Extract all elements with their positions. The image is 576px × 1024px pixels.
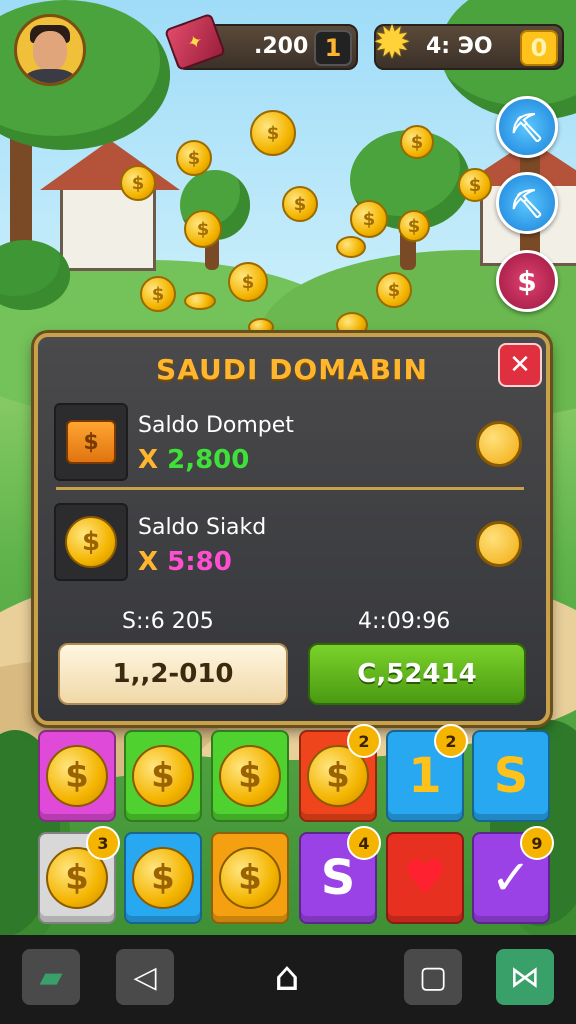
gems-badge[interactable]: 1 xyxy=(314,30,352,66)
coin-icon: $ xyxy=(219,745,281,807)
game-tile[interactable]: $ xyxy=(211,730,289,822)
tile-symbol-icon: S xyxy=(320,850,356,906)
shuffle-button[interactable]: ⋈ xyxy=(496,949,554,1005)
tile-badge: 2 xyxy=(347,724,381,758)
shovel-icon: ⛏ xyxy=(509,186,545,220)
dollar-icon: $ xyxy=(517,264,537,298)
floating-coin-icon: $ xyxy=(250,110,296,156)
tile-symbol-icon: S xyxy=(493,748,529,804)
game-tile[interactable]: $ xyxy=(124,730,202,822)
floating-coin-icon: $ xyxy=(282,186,318,222)
floating-coin-icon: $ xyxy=(228,262,268,302)
wallet-balance-label: Saldo Dompet xyxy=(138,413,294,438)
gems-counter[interactable]: ✦ .200 1 xyxy=(163,12,358,72)
game-tile[interactable]: $ xyxy=(38,730,116,822)
stat-left: S::6 205 xyxy=(122,609,214,634)
balance-dialog: SAUDI DOMABIN ✕ $ Saldo Dompet X 2,800 $… xyxy=(34,333,550,725)
recents-button[interactable]: ▢ xyxy=(404,949,462,1005)
game-tile[interactable]: $ xyxy=(124,832,202,924)
floating-coin-icon xyxy=(184,292,216,310)
floating-coin-icon: $ xyxy=(176,140,212,176)
wallet-bag-icon: $ xyxy=(54,403,128,481)
shop-button[interactable]: $ xyxy=(496,250,558,312)
wallet-balance-amount: X 2,800 xyxy=(138,445,250,475)
floating-coin-icon: $ xyxy=(350,200,388,238)
star-badge-icon: ✹ xyxy=(372,15,412,69)
game-tile[interactable]: $ xyxy=(211,832,289,924)
right-action-button[interactable]: C,52414 xyxy=(308,643,526,705)
tile-badge: 2 xyxy=(434,724,468,758)
home-button[interactable]: ⌂ xyxy=(258,949,316,1005)
game-tile[interactable]: $2 xyxy=(299,724,381,822)
coin-icon: $ xyxy=(132,745,194,807)
map-button[interactable]: ▰ xyxy=(22,949,80,1005)
floating-coin-icon: $ xyxy=(458,168,492,202)
gems-value: .200 xyxy=(254,34,309,59)
close-button[interactable]: ✕ xyxy=(498,343,542,387)
shuffle-icon: ⋈ xyxy=(510,959,540,995)
shovel-button[interactable]: ⛏ xyxy=(496,96,558,158)
stat-right: 4::09:96 xyxy=(358,609,451,634)
coin-icon: $ xyxy=(46,745,108,807)
floating-coin-icon: $ xyxy=(400,125,434,159)
left-action-button[interactable]: 1,,2-010 xyxy=(58,643,288,705)
close-icon: ✕ xyxy=(509,350,531,380)
coin-icon: $ xyxy=(132,847,194,909)
coin-icon: $ xyxy=(54,503,128,581)
gold-value: 4: ЭО xyxy=(426,34,493,59)
tile-symbol-icon: ✓ xyxy=(490,850,532,906)
tile-badge: 4 xyxy=(347,826,381,860)
gold-counter[interactable]: ✹ 4: ЭО 0 xyxy=(373,18,564,70)
floating-coin-icon: $ xyxy=(140,276,176,312)
back-icon: ◁ xyxy=(133,959,157,995)
shovel-icon: ⛏ xyxy=(509,110,545,144)
gold-badge[interactable]: 0 xyxy=(520,30,558,66)
divider xyxy=(56,487,524,490)
game-tile[interactable]: S xyxy=(472,730,550,822)
stock-collect-button[interactable] xyxy=(476,521,522,567)
avatar-face xyxy=(33,31,67,71)
game-tile[interactable]: ♥ xyxy=(386,832,464,924)
stock-balance-label: Saldo Siakd xyxy=(138,515,267,540)
home-icon: ⌂ xyxy=(274,954,300,1000)
shovel-button-2[interactable]: ⛏ xyxy=(496,172,558,234)
game-tile[interactable]: $3 xyxy=(38,826,120,924)
stock-balance-amount: X 5:80 xyxy=(138,547,232,577)
floating-coin-icon: $ xyxy=(398,210,430,242)
back-button[interactable]: ◁ xyxy=(116,949,174,1005)
tile-symbol-icon: 1 xyxy=(408,748,442,804)
dialog-title: SAUDI DOMABIN xyxy=(156,353,428,386)
map-icon: ▰ xyxy=(39,959,63,995)
game-tile[interactable]: 12 xyxy=(386,724,468,822)
tile-symbol-icon: ♥ xyxy=(403,850,447,906)
floating-coin-icon: $ xyxy=(376,272,412,308)
floating-coin-icon: $ xyxy=(120,165,156,201)
game-tile[interactable]: ✓ 9 xyxy=(472,826,554,924)
navigation-bar: ▰ ◁ ⌂ ▢ ⋈ xyxy=(0,935,576,1024)
floating-coin-icon: $ xyxy=(184,210,222,248)
floating-coin-icon xyxy=(336,236,366,258)
wallet-collect-button[interactable] xyxy=(476,421,522,467)
tile-badge: 9 xyxy=(520,826,554,860)
player-avatar[interactable] xyxy=(14,14,86,86)
game-tile[interactable]: S4 xyxy=(299,826,381,924)
recents-icon: ▢ xyxy=(418,959,448,995)
coin-icon: $ xyxy=(219,847,281,909)
tile-badge: 3 xyxy=(86,826,120,860)
